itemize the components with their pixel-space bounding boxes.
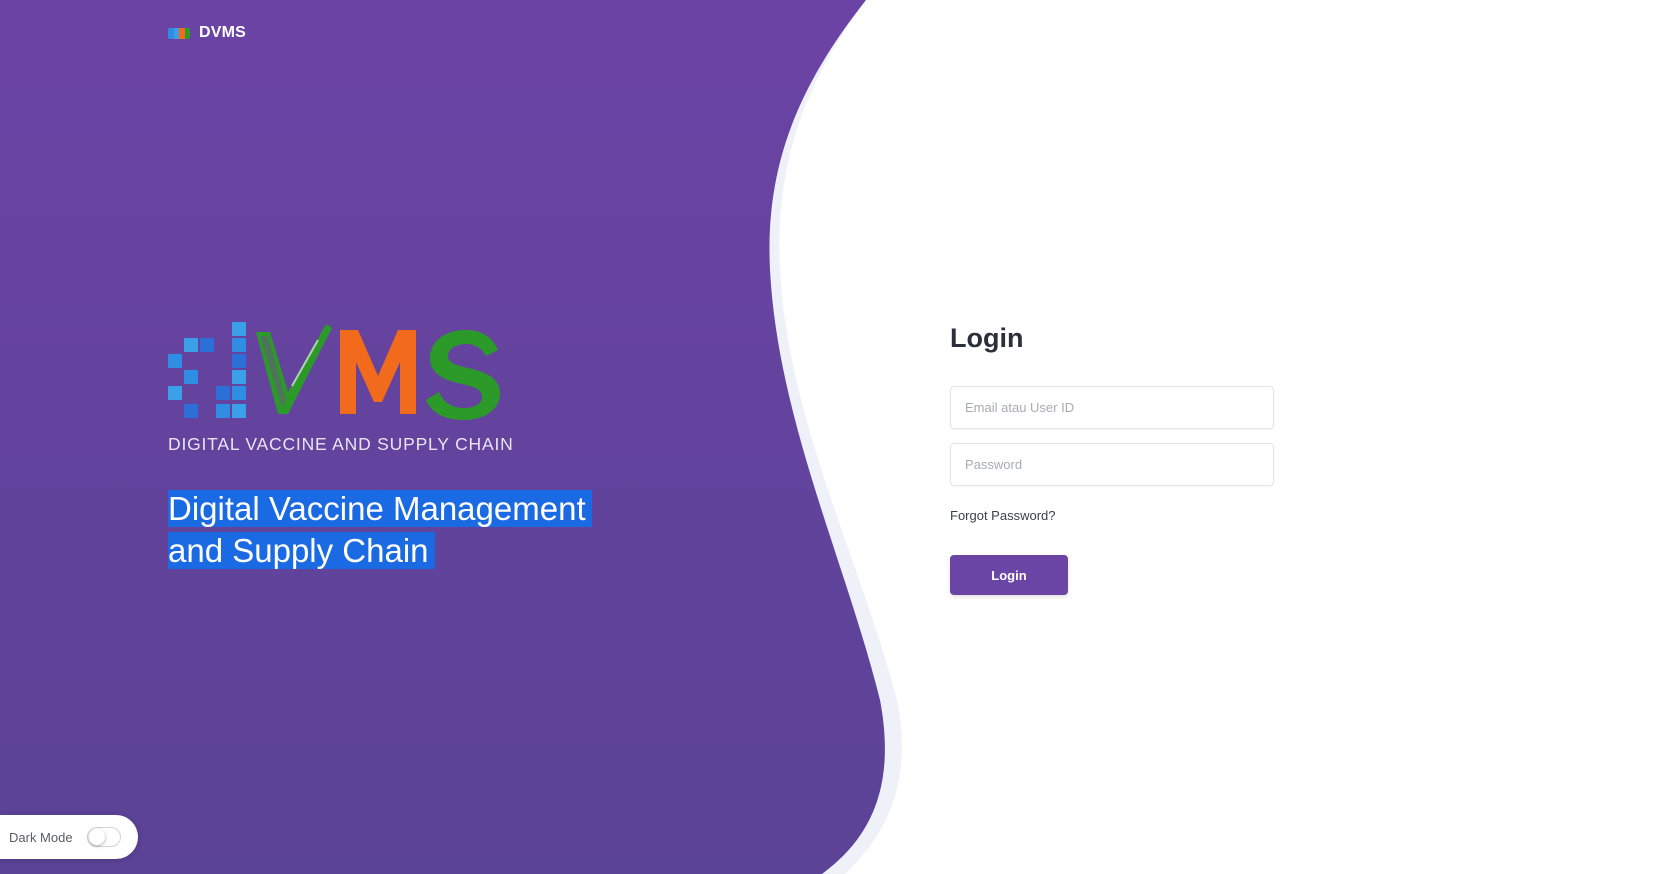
login-title: Login xyxy=(950,323,1024,353)
top-brand: DVMS xyxy=(168,24,246,42)
logo-tagline: DIGITAL VACCINE AND SUPPLY CHAIN xyxy=(168,434,514,454)
login-button[interactable]: Login xyxy=(950,555,1068,595)
dark-mode-label: Dark Mode xyxy=(9,829,73,845)
dvms-logo-mark-icon xyxy=(168,322,500,420)
dvms-logo: DIGITAL VACCINE AND SUPPLY CHAIN xyxy=(168,322,528,455)
password-field[interactable] xyxy=(950,443,1274,486)
login-page: DVMS DIGITAL VACCINE AND SUPPLY CHAIN Di… xyxy=(0,0,1658,874)
headline-line-1: Digital Vaccine Management xyxy=(168,490,592,527)
login-form: Login Forgot Password? Login xyxy=(950,318,1274,595)
brand-name: DVMS xyxy=(199,24,247,41)
headline-line-2: and Supply Chain xyxy=(168,532,435,569)
dark-mode-switch[interactable] xyxy=(86,827,121,847)
brand-mini-logo-icon xyxy=(168,27,190,39)
switch-knob xyxy=(88,829,105,845)
email-field[interactable] xyxy=(950,386,1274,429)
hero-headline: Digital Vaccine Management and Supply Ch… xyxy=(168,488,608,572)
forgot-password-link[interactable]: Forgot Password? xyxy=(950,508,1056,523)
dark-mode-toggle-card: Dark Mode xyxy=(0,815,138,859)
